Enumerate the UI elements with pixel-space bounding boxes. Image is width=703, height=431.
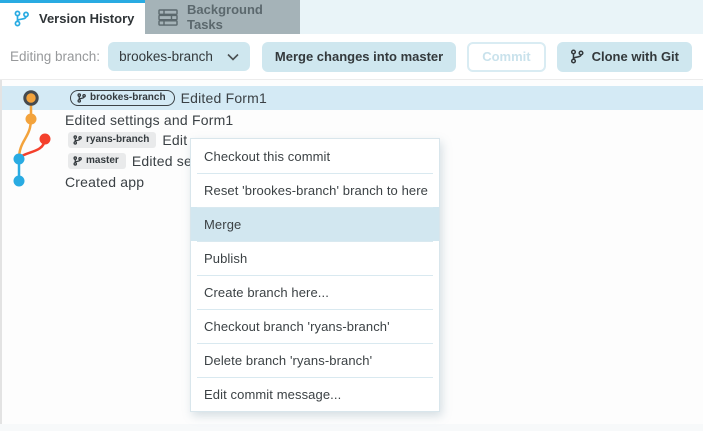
branch-toolbar: Editing branch: brookes-branch Merge cha… <box>0 34 703 80</box>
clone-with-git-button[interactable]: Clone with Git <box>556 41 692 72</box>
commit-dot <box>39 133 51 145</box>
editing-branch-label: Editing branch: <box>10 49 101 64</box>
commit-message: Edited settings and Form1 <box>65 112 234 128</box>
branch-badge-brookes: brookes-branch <box>70 90 175 106</box>
menu-item-checkout-branch[interactable]: Checkout branch 'ryans-branch' <box>191 309 439 343</box>
menu-item-publish[interactable]: Publish <box>191 241 439 275</box>
menu-item-reset-branch[interactable]: Reset 'brookes-branch' branch to here <box>191 173 439 207</box>
menu-item-merge[interactable]: Merge <box>191 207 439 241</box>
git-network-icon <box>13 10 30 27</box>
commit-row[interactable]: Created app <box>65 171 144 192</box>
commit-message: Edit <box>162 132 188 148</box>
commit-row[interactable]: master Edited se <box>68 150 192 171</box>
commit-row[interactable]: ryans-branch Edit <box>68 130 187 150</box>
merge-changes-button[interactable]: Merge changes into master <box>261 41 457 72</box>
menu-item-checkout-commit[interactable]: Checkout this commit <box>191 139 439 173</box>
commit-button[interactable]: Commit <box>467 41 546 72</box>
commit-message: Created app <box>65 173 145 190</box>
commit-graph <box>13 90 51 187</box>
commit-message: Edited Form1 <box>180 90 268 106</box>
commit-row[interactable]: brookes-branch Edited Form1 <box>70 86 267 110</box>
current-commit-dot <box>23 90 39 106</box>
branch-badge-ryans: ryans-branch <box>68 132 157 148</box>
menu-item-create-branch[interactable]: Create branch here... <box>191 275 439 309</box>
tab-background-tasks[interactable]: Background Tasks <box>145 0 300 34</box>
commit-message: Edited se <box>131 152 192 169</box>
chevron-down-icon <box>227 53 239 61</box>
tab-bar: Version History Background Tasks <box>0 0 703 34</box>
tasks-stack-icon <box>158 8 178 26</box>
menu-item-delete-branch[interactable]: Delete branch 'ryans-branch' <box>191 343 439 377</box>
branch-select[interactable]: brookes-branch <box>108 42 250 71</box>
tab-label: Background Tasks <box>187 2 263 32</box>
commit-dot <box>13 175 25 187</box>
commit-dot <box>25 113 37 125</box>
commit-row[interactable]: Edited settings and Form1 <box>65 110 233 130</box>
branch-select-value: brookes-branch <box>119 49 213 64</box>
branch-badge-master: master <box>68 152 126 169</box>
commit-context-menu: Checkout this commit Reset 'brookes-bran… <box>190 138 440 412</box>
tab-label: Version History <box>39 11 135 26</box>
git-branch-icon <box>570 49 584 64</box>
menu-item-edit-commit-message[interactable]: Edit commit message... <box>191 377 439 411</box>
tab-version-history[interactable]: Version History <box>0 0 145 34</box>
commit-dot <box>13 153 25 165</box>
clone-button-label: Clone with Git <box>591 49 679 64</box>
